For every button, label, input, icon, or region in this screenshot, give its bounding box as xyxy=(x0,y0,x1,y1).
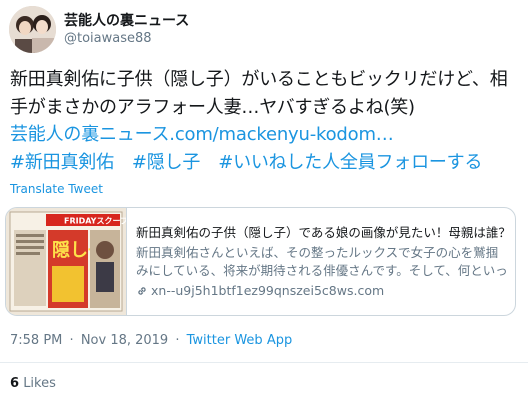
tweet-source[interactable]: Twitter Web App xyxy=(187,333,293,348)
translate-tweet-link[interactable]: Translate Tweet xyxy=(10,182,103,196)
tweet-date[interactable]: Nov 18, 2019 xyxy=(81,333,168,348)
meta-separator: · xyxy=(69,333,74,348)
display-name[interactable]: 芸能人の裏ニュース xyxy=(64,10,189,30)
divider xyxy=(0,362,528,363)
likes-count: 6 xyxy=(10,376,20,391)
card-url: xn--u9j5h1btf1ez99qnszei5c8ws.com xyxy=(136,283,508,300)
likes-stat[interactable]: 6 Likes xyxy=(10,376,56,391)
card-thumbnail-label: FRIDAYスクープ xyxy=(64,216,126,226)
likes-label: Likes xyxy=(23,376,56,391)
hashtag-link[interactable]: #隠し子 xyxy=(132,152,200,173)
hashtag-link[interactable]: #いいねした人全員フォローする xyxy=(218,152,482,173)
avatar[interactable] xyxy=(9,6,56,53)
user-handle[interactable]: @toiawase88 xyxy=(64,31,152,46)
card-thumbnail: FRIDAYスクープ 隠し子 xyxy=(6,208,127,315)
tweet: 芸能人の裏ニュース @toiawase88 新田真剣佑に子供（隠し子）がいること… xyxy=(0,0,528,407)
tweet-text-line-1: 新田真剣佑に子供（隠し子）がいることもビックリだけど、相 xyxy=(10,69,508,90)
tweet-time[interactable]: 7:58 PM xyxy=(10,333,62,348)
link-card[interactable]: FRIDAYスクープ 隠し子 新田真剣佑の子供（隠し子）である娘の画像が見たい！… xyxy=(5,207,516,316)
hashtag-row: #新田真剣佑 #隠し子 #いいねした人全員フォローする xyxy=(10,151,500,175)
card-description: 新田真剣佑さんといえば、その整ったルックスで女子の心を鷲掴みにしている、将来が期… xyxy=(136,245,508,278)
link-icon xyxy=(136,285,148,300)
meta-separator: · xyxy=(175,333,180,348)
hashtag-link[interactable]: #新田真剣佑 xyxy=(10,152,114,173)
tweet-text-line-2: 手がまさかのアラフォー人妻…ヤバすぎるよね(笑) xyxy=(10,97,415,118)
card-title: 新田真剣佑の子供（隠し子）である娘の画像が見たい！母親は誰？ xyxy=(136,225,508,240)
card-url-text: xn--u9j5h1btf1ez99qnszei5c8ws.com xyxy=(151,283,385,298)
tweet-link[interactable]: 芸能人の裏ニュース.com/mackenyu-kodom… xyxy=(10,123,394,147)
tweet-meta: 7:58 PM · Nov 18, 2019 · Twitter Web App xyxy=(10,333,292,348)
